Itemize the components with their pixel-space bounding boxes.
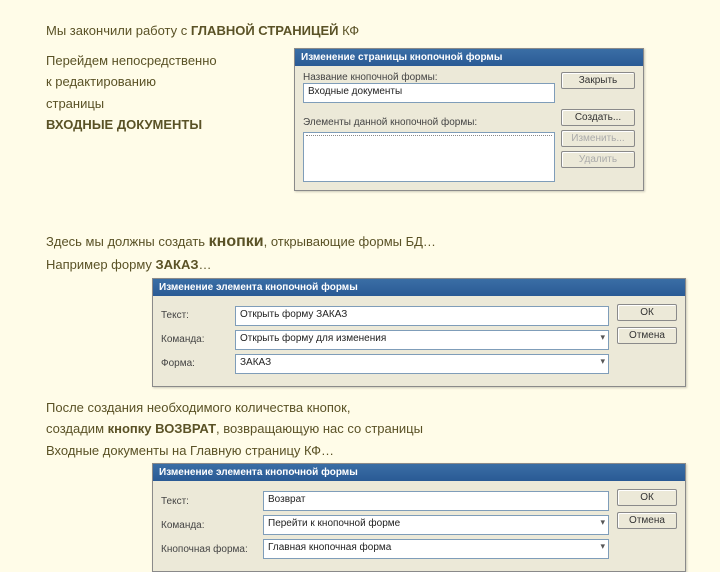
- intro1-line1: Перейдем непосредственно: [46, 52, 276, 70]
- dialog1-title: Изменение страницы кнопочной формы: [295, 49, 643, 66]
- intro3-l3: Входные документы на Главную страницу КФ…: [46, 442, 686, 460]
- intro1-line2: к редактированию: [46, 73, 276, 91]
- items-listbox[interactable]: [303, 132, 555, 182]
- form-combo[interactable]: ЗАКАЗ: [235, 354, 609, 374]
- p3-form-label: Кнопочная форма:: [161, 544, 257, 555]
- p2-form-label: Форма:: [161, 358, 229, 369]
- dialog-edit-page: Изменение страницы кнопочной формы Назва…: [294, 48, 644, 191]
- new-button[interactable]: Создать...: [561, 109, 635, 126]
- intro1-bold: ВХОДНЫЕ ДОКУМЕНТЫ: [46, 116, 276, 134]
- dialog-edit-element-1: Изменение элемента кнопочной формы Текст…: [152, 278, 686, 387]
- switchboard-combo[interactable]: Главная кнопочная форма: [263, 539, 609, 559]
- dialog2-title: Изменение элемента кнопочной формы: [153, 279, 685, 296]
- cancel-button[interactable]: Отмена: [617, 327, 677, 344]
- p1-name-label: Название кнопочной формы:: [303, 72, 443, 83]
- p1-items-label: Элементы данной кнопочной формы:: [303, 117, 555, 128]
- heading-strong: ГЛАВНОЙ СТРАНИЦЕЙ: [191, 23, 339, 38]
- p3-cmd-label: Команда:: [161, 520, 257, 531]
- intro1-line3: страницы: [46, 95, 276, 113]
- ok-button[interactable]: ОК: [617, 304, 677, 321]
- p2-text-label: Текст:: [161, 310, 229, 321]
- close-button[interactable]: Закрыть: [561, 72, 635, 89]
- intro3-l2: создадим кнопку ВОЗВРАТ, возвращающую на…: [46, 420, 686, 438]
- intro2-line1: Здесь мы должны создать кнопки, открываю…: [46, 231, 686, 253]
- p3-text-label: Текст:: [161, 496, 257, 507]
- ok-button-2[interactable]: ОК: [617, 489, 677, 506]
- p2-cmd-label: Команда:: [161, 334, 229, 345]
- page-name-input[interactable]: Входные документы: [303, 83, 555, 103]
- slide-heading: Мы закончили работу с ГЛАВНОЙ СТРАНИЦЕЙ …: [46, 22, 686, 40]
- command-combo[interactable]: Открыть форму для изменения: [235, 330, 609, 350]
- command-combo-2[interactable]: Перейти к кнопочной форме: [263, 515, 609, 535]
- heading-post: КФ: [338, 23, 359, 38]
- cancel-button-2[interactable]: Отмена: [617, 512, 677, 529]
- intro2-big: кнопки: [209, 233, 264, 250]
- intro2-line2: Например форму ЗАКАЗ…: [46, 256, 686, 274]
- delete-button[interactable]: Удалить: [561, 151, 635, 168]
- intro3-l1: После создания необходимого количества к…: [46, 399, 686, 417]
- heading-pre: Мы закончили работу с: [46, 23, 191, 38]
- dialog-edit-element-2: Изменение элемента кнопочной формы Текст…: [152, 463, 686, 572]
- element-text-input-2[interactable]: Возврат: [263, 491, 609, 511]
- edit-button[interactable]: Изменить...: [561, 130, 635, 147]
- dialog3-title: Изменение элемента кнопочной формы: [153, 464, 685, 481]
- element-text-input[interactable]: Открыть форму ЗАКАЗ: [235, 306, 609, 326]
